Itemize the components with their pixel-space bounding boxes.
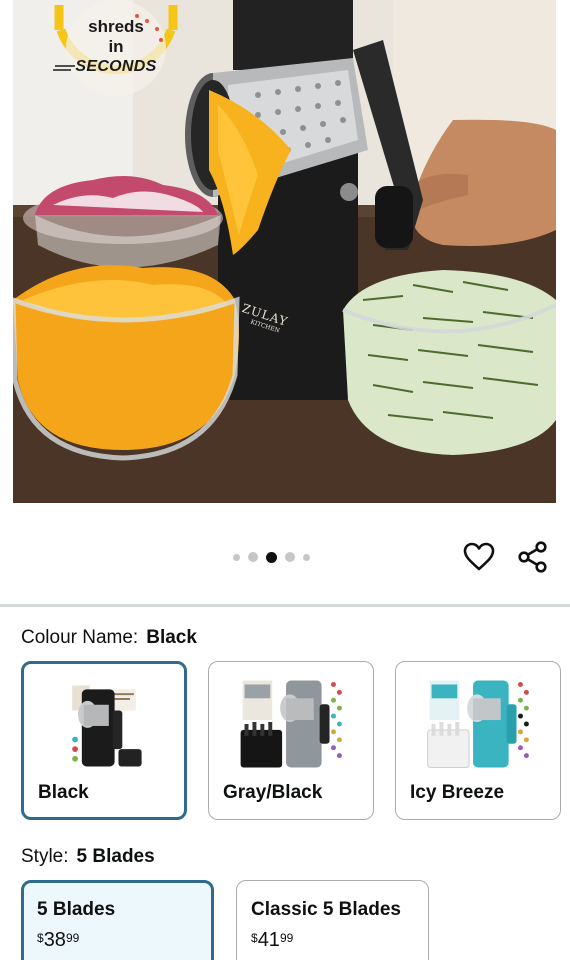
product-image[interactable]: shreds in SECONDS ZULAY KITCHEN xyxy=(13,0,556,503)
style-row: Style: 5 Blades xyxy=(21,846,155,868)
heart-icon xyxy=(463,542,495,571)
badge-line-1: shreds xyxy=(88,17,144,36)
carousel-dot-active[interactable] xyxy=(266,551,277,563)
colour-selected-value: Black xyxy=(146,627,197,648)
badge-line-3: SECONDS xyxy=(75,58,157,75)
share-button[interactable] xyxy=(516,540,550,574)
carousel-indicator[interactable] xyxy=(233,551,310,563)
style-selected-value: 5 Blades xyxy=(76,846,155,867)
swatch-label: Black xyxy=(38,782,89,803)
wishlist-button[interactable] xyxy=(462,540,496,574)
style-option-label: 5 Blades xyxy=(37,899,116,920)
carousel-dot[interactable] xyxy=(248,552,258,562)
style-option-price: $3899 xyxy=(37,929,80,951)
section-divider xyxy=(0,604,570,607)
swatch-label: Icy Breeze xyxy=(410,782,505,803)
style-option-5-blades[interactable]: 5 Blades $3899 xyxy=(21,880,214,960)
colour-name-row: Colour Name: Black xyxy=(21,627,197,649)
colour-label: Colour Name: xyxy=(21,627,139,648)
carousel-dot[interactable] xyxy=(285,552,295,562)
promo-badge: shreds in SECONDS xyxy=(53,0,179,106)
swatch-thumbnail-gray-black xyxy=(240,680,342,768)
style-option-price: $4199 xyxy=(251,929,294,951)
carousel-dot[interactable] xyxy=(303,553,310,561)
share-icon xyxy=(518,541,547,573)
colour-swatch-icy-breeze[interactable]: Icy Breeze xyxy=(395,661,561,820)
swatch-thumbnail-icy-breeze xyxy=(427,680,529,768)
style-option-label: Classic 5 Blades xyxy=(251,899,401,920)
colour-swatch-black[interactable]: Black xyxy=(21,661,187,820)
colour-swatch-gray-black[interactable]: Gray/Black xyxy=(208,661,374,820)
style-label: Style: xyxy=(21,846,69,867)
brand-logo: ZULAY KITCHEN xyxy=(240,300,290,335)
swatch-thumbnail-black xyxy=(72,685,142,767)
style-option-classic-5-blades[interactable]: Classic 5 Blades $4199 xyxy=(236,880,429,960)
badge-line-2: in xyxy=(108,37,124,56)
carousel-dot[interactable] xyxy=(233,553,240,561)
swatch-label: Gray/Black xyxy=(223,782,323,803)
